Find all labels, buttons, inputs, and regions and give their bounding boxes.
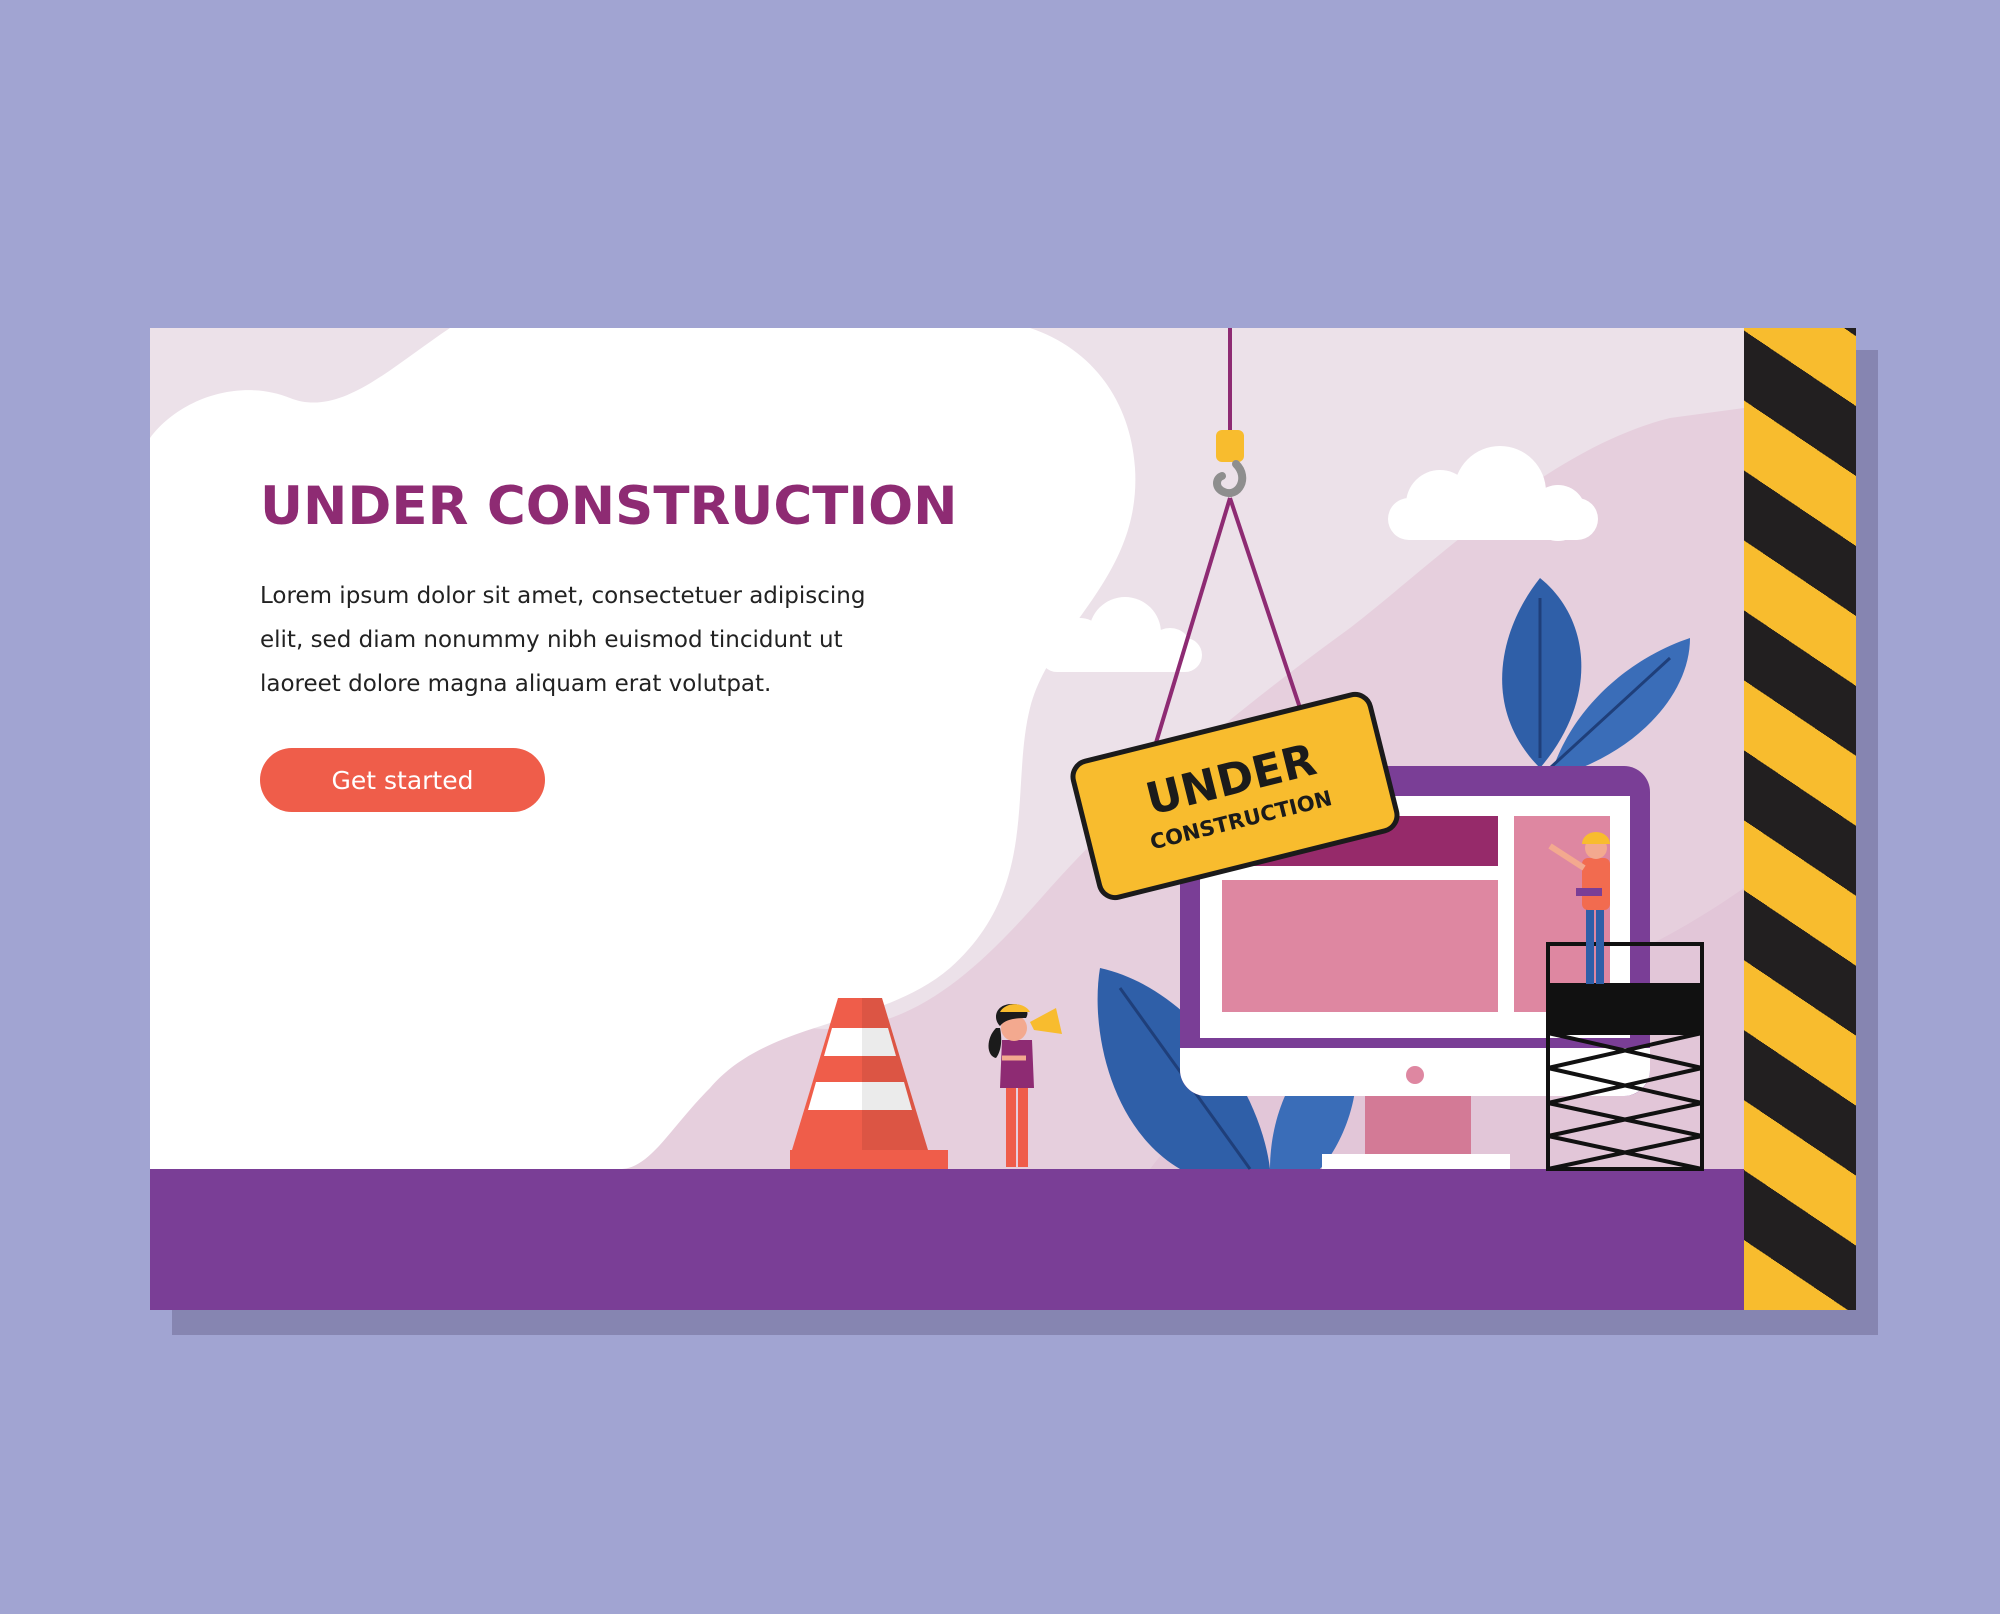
leaf-icon bbox=[1502, 578, 1690, 778]
traffic-cone-icon bbox=[790, 998, 948, 1169]
cloud-icon bbox=[1040, 597, 1202, 672]
construction-illustration: UNDER CONSTRUCTION bbox=[790, 328, 1704, 1171]
crane-hook-icon bbox=[1150, 328, 1306, 757]
landing-card: UNDER CONSTRUCTION Lorem ipsum dolor sit… bbox=[150, 328, 1856, 1310]
cloud-icon bbox=[1388, 446, 1598, 541]
woman-with-megaphone-icon bbox=[988, 1004, 1062, 1167]
